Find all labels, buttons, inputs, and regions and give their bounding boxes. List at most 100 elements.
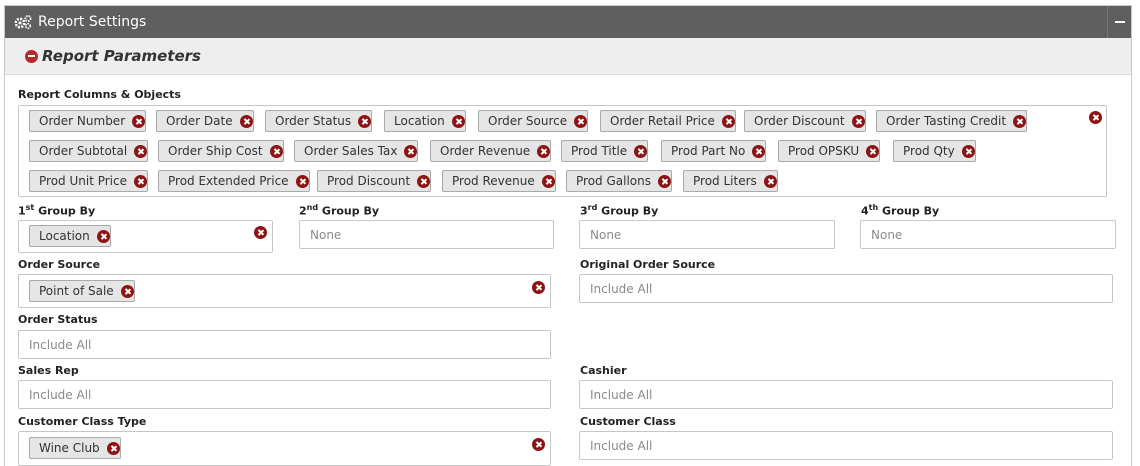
clear-columns-icon[interactable] <box>1089 111 1102 124</box>
collapse-button[interactable] <box>1107 6 1131 38</box>
column-tag-label: Order Revenue <box>440 144 531 158</box>
group3-label: 3rd Group By <box>580 203 659 218</box>
remove-tag-icon[interactable] <box>132 114 146 128</box>
remove-tag-icon[interactable] <box>752 144 766 158</box>
column-tag-label: Prod Qty <box>903 144 955 158</box>
column-tag-label: Order Subtotal <box>39 144 128 158</box>
group3-placeholder: None <box>590 228 622 242</box>
group2-select[interactable]: None <box>299 220 554 249</box>
clear-customer-class-type-icon[interactable] <box>532 438 545 451</box>
remove-tag-icon[interactable] <box>451 114 465 128</box>
column-tag-label: Order Status <box>275 114 352 128</box>
remove-tag-icon[interactable] <box>961 144 975 158</box>
column-tag-label: Order Source <box>488 114 568 128</box>
report-columns-label: Report Columns & Objects <box>18 88 181 101</box>
group2-placeholder: None <box>310 228 342 242</box>
cashier-placeholder: Include All <box>590 388 653 402</box>
column-tag: Order Subtotal <box>29 140 149 162</box>
remove-tag-icon[interactable] <box>1013 114 1027 128</box>
column-tag-label: Order Number <box>39 114 126 128</box>
cashier-label: Cashier <box>580 364 627 377</box>
column-tag-label: Prod Discount <box>327 174 411 188</box>
remove-tag-icon[interactable] <box>134 144 148 158</box>
remove-tag-icon[interactable] <box>269 144 283 158</box>
column-tag: Order Source <box>478 110 589 132</box>
column-tag: Order Ship Cost <box>158 140 284 162</box>
column-tag: Order Sales Tax <box>294 140 419 162</box>
remove-tag-icon[interactable] <box>239 114 253 128</box>
column-tag-label: Prod Revenue <box>452 174 535 188</box>
remove-tag-icon[interactable] <box>634 144 648 158</box>
customer-class-type-tag: Wine Club <box>29 437 121 459</box>
remove-tag-icon[interactable] <box>133 174 147 188</box>
original-order-source-select[interactable]: Include All <box>579 274 1113 303</box>
customer-class-type-label: Customer Class Type <box>18 415 147 428</box>
customer-class-placeholder: Include All <box>590 439 653 453</box>
remove-tag-icon[interactable] <box>96 229 110 243</box>
column-tag: Order Tasting Credit <box>876 110 1028 132</box>
remove-tag-icon[interactable] <box>120 284 134 298</box>
column-tag: Prod Extended Price <box>158 170 310 192</box>
column-tag: Order Status <box>265 110 373 132</box>
column-tag: Order Number <box>29 110 147 132</box>
column-tag-label: Order Tasting Credit <box>886 114 1007 128</box>
column-tag: Order Date <box>156 110 254 132</box>
column-tag: Prod Discount <box>317 170 432 192</box>
remove-tag-icon[interactable] <box>417 174 431 188</box>
remove-tag-icon[interactable] <box>574 114 588 128</box>
report-parameters-toggle[interactable]: Report Parameters <box>5 38 1131 75</box>
remove-tag-icon[interactable] <box>721 114 735 128</box>
remove-tag-icon[interactable] <box>866 144 880 158</box>
column-tag: Prod Part No <box>661 140 767 162</box>
panel-header: Report Settings <box>5 6 1131 38</box>
column-tag: Prod Unit Price <box>29 170 148 192</box>
column-tag-label: Order Sales Tax <box>304 144 398 158</box>
column-tag-label: Order Date <box>166 114 233 128</box>
gears-icon <box>14 15 32 30</box>
customer-class-label: Customer Class <box>580 415 676 428</box>
column-tag-label: Order Ship Cost <box>168 144 263 158</box>
order-status-placeholder: Include All <box>29 338 92 352</box>
remove-tag-icon[interactable] <box>541 174 555 188</box>
group1-tag: Location <box>29 225 111 247</box>
order-source-tag: Point of Sale <box>29 280 135 302</box>
column-tag: Prod Title <box>561 140 649 162</box>
sales-rep-select[interactable]: Include All <box>18 380 551 409</box>
column-tag: Order Retail Price <box>600 110 736 132</box>
clear-group1-icon[interactable] <box>254 226 267 239</box>
minus-icon <box>1114 21 1125 23</box>
column-tag-label: Prod Gallons <box>576 174 651 188</box>
remove-tag-icon[interactable] <box>851 114 865 128</box>
group4-label: 4th Group By <box>861 203 940 218</box>
remove-tag-icon[interactable] <box>404 144 418 158</box>
remove-tag-icon[interactable] <box>763 174 777 188</box>
group4-select[interactable]: None <box>860 220 1116 249</box>
column-tag-label: Prod Title <box>571 144 628 158</box>
original-order-source-placeholder: Include All <box>590 282 653 296</box>
customer-class-select[interactable]: Include All <box>579 431 1113 460</box>
cashier-select[interactable]: Include All <box>579 380 1113 409</box>
column-tag-label: Prod Part No <box>671 144 746 158</box>
clear-order-source-icon[interactable] <box>532 281 545 294</box>
column-tag: Prod OPSKU <box>778 140 881 162</box>
column-tag: Prod Qty <box>893 140 976 162</box>
remove-tag-icon[interactable] <box>658 174 671 188</box>
group2-label: 2nd Group By <box>299 203 380 218</box>
sales-rep-placeholder: Include All <box>29 388 92 402</box>
column-tag: Prod Gallons <box>566 170 672 192</box>
column-tag-label: Order Retail Price <box>610 114 715 128</box>
remove-tag-icon[interactable] <box>106 441 120 455</box>
order-status-select[interactable]: Include All <box>18 330 551 359</box>
sales-rep-label: Sales Rep <box>18 364 79 377</box>
group3-select[interactable]: None <box>579 220 835 249</box>
remove-tag-icon[interactable] <box>358 114 372 128</box>
remove-tag-icon[interactable] <box>537 144 551 158</box>
group1-label: 1st Group By <box>18 203 96 218</box>
column-tag-label: Location <box>394 114 445 128</box>
column-tag-label: Prod Liters <box>693 174 757 188</box>
remove-tag-icon[interactable] <box>295 174 309 188</box>
column-tag: Prod Liters <box>683 170 778 192</box>
column-tag-label: Prod Unit Price <box>39 174 127 188</box>
order-source-label: Order Source <box>18 258 101 271</box>
column-tag: Location <box>384 110 466 132</box>
